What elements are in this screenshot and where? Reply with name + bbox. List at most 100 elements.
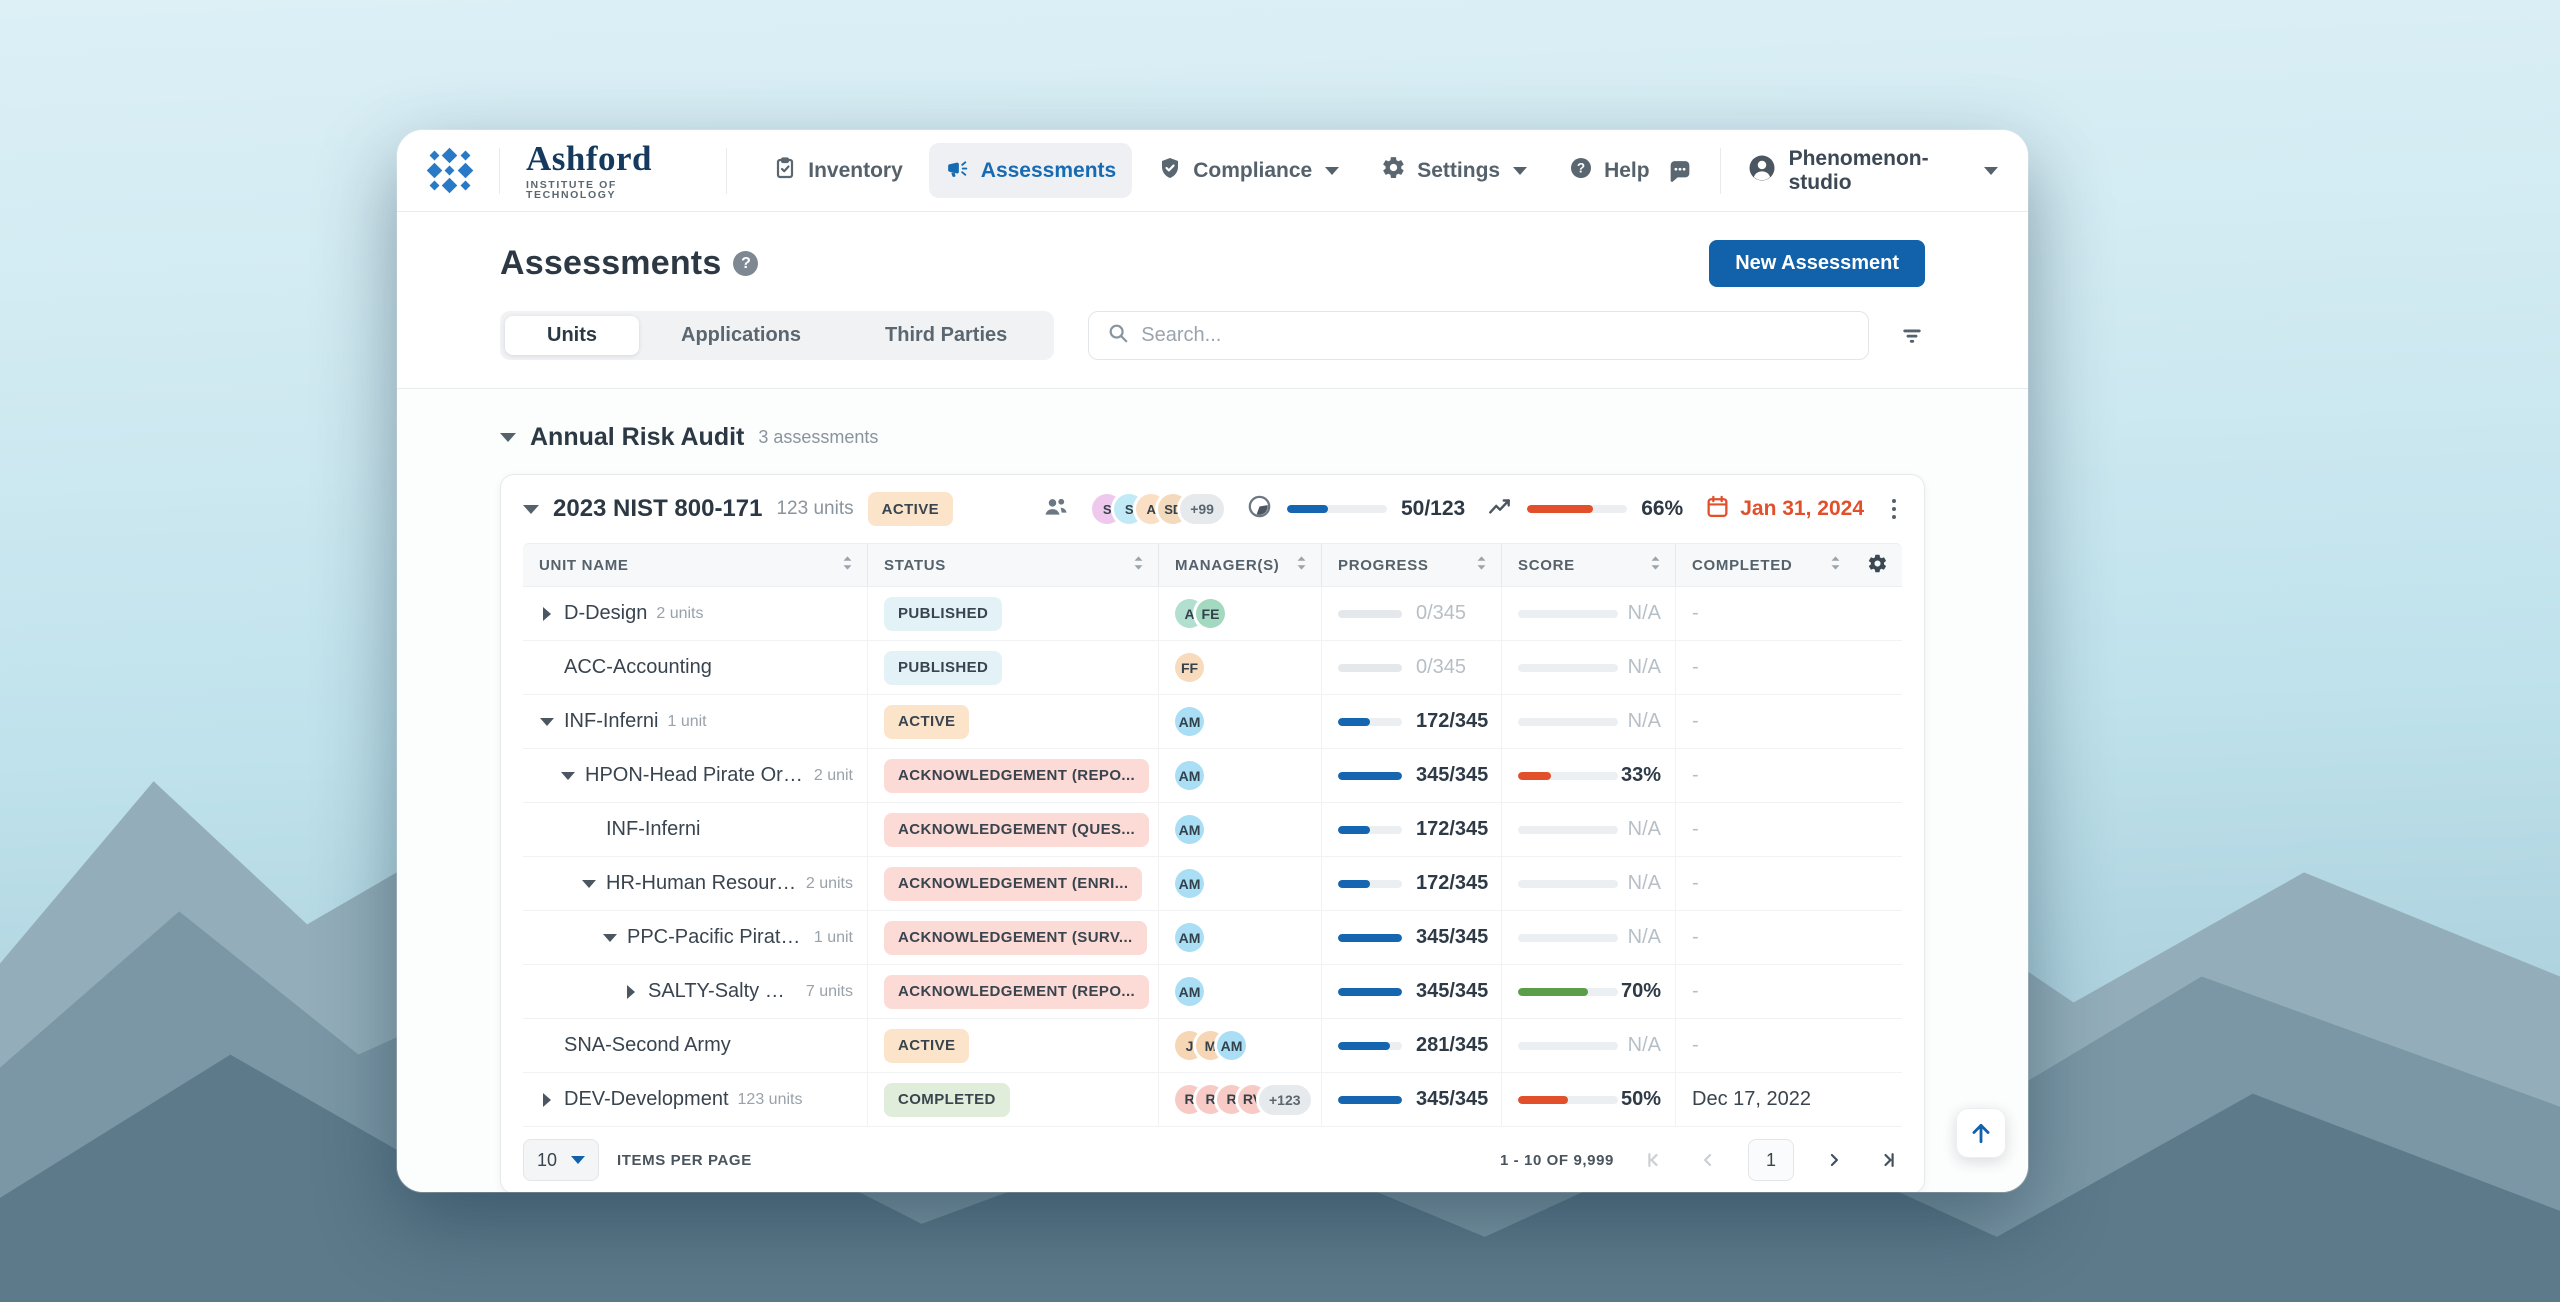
nav-item-compliance[interactable]: Compliance [1142,144,1355,198]
unit-name-label: ACC-Accounting [564,656,712,679]
filter-button[interactable] [1899,323,1925,349]
brand-logo[interactable]: Ashford INSTITUTE OF TECHNOLOGY [526,141,700,201]
search-input[interactable] [1141,324,1850,347]
next-page-button[interactable] [1820,1146,1848,1174]
avatar-overflow[interactable]: +99 [1180,494,1224,524]
nav-item-inventory[interactable]: Inventory [757,144,919,198]
cell-completed: - [1675,911,1902,964]
cell-completed: - [1675,803,1902,856]
table-row[interactable]: ACC-AccountingPUBLISHEDFF0/345N/A- [523,641,1902,695]
previous-page-button[interactable] [1694,1146,1722,1174]
table-row[interactable]: INF-Inferni1 unitACTIVEAM172/345N/A- [523,695,1902,749]
sort-icon[interactable] [1476,555,1487,575]
table-row[interactable]: PPC-Pacific Pirate Crew1 unitACKNOWLEDGE… [523,911,1902,965]
manager-avatar-stack[interactable]: AM [1175,923,1204,952]
search-icon [1107,322,1129,349]
avatar: AM [1175,815,1204,844]
table-row[interactable]: SALTY-Salty Cloud7 unitsACKNOWLEDGEMENT … [523,965,1902,1019]
avatar-overflow[interactable]: +123 [1259,1085,1311,1115]
sort-icon[interactable] [1296,555,1307,575]
user-name: Phenomenon-studio [1789,147,1970,195]
completed-label: - [1692,710,1699,733]
manager-avatar-stack[interactable]: RRRRV+123 [1175,1085,1311,1115]
section-annual-risk-audit[interactable]: Annual Risk Audit 3 assessments [500,389,1925,452]
cell-managers: AM [1158,857,1321,910]
group-menu-button[interactable] [1886,493,1902,525]
shield-check-icon [1158,156,1182,186]
page-help-icon[interactable]: ? [733,251,758,276]
cell-status: ACKNOWLEDGEMENT (ENRI... [867,857,1158,910]
manager-avatar-stack[interactable]: AM [1175,707,1204,736]
nav-item-assessments[interactable]: Assessments [929,143,1132,198]
tab-units[interactable]: Units [505,316,639,355]
progress-label: 281/345 [1416,1034,1488,1057]
last-page-button[interactable] [1874,1146,1902,1174]
new-assessment-button[interactable]: New Assessment [1709,240,1925,287]
table-row[interactable]: SNA-Second ArmyACTIVEJMAM281/345N/A- [523,1019,1902,1073]
tab-applications[interactable]: Applications [639,316,843,355]
table-row[interactable]: HPON-Head Pirate Org Negotiations2 unitA… [523,749,1902,803]
manager-avatar-stack[interactable]: FF [1175,653,1204,682]
column-header-score[interactable]: SCORE [1501,544,1675,586]
avatar: AM [1217,1031,1246,1060]
table-row[interactable]: D-Design2 unitsPUBLISHEDAFE0/345N/A- [523,587,1902,641]
column-header-completed[interactable]: COMPLETED [1675,544,1902,586]
chat-button[interactable] [1666,157,1694,185]
app-logo-icon[interactable] [427,148,473,194]
column-settings-gear-icon[interactable] [1867,553,1888,578]
sort-icon[interactable] [1133,555,1144,575]
score-bar [1518,664,1618,672]
manager-avatar-stack[interactable]: AM [1175,869,1204,898]
group-collapse-icon[interactable] [523,505,539,514]
first-page-button[interactable] [1640,1146,1668,1174]
cell-progress: 172/345 [1321,857,1501,910]
unit-name-label: PPC-Pacific Pirate Crew [627,926,805,949]
column-header-managers[interactable]: MANAGER(S) [1158,544,1321,586]
nav-item-settings[interactable]: Settings [1365,143,1543,198]
manager-avatar-stack[interactable]: JMAM [1175,1031,1246,1060]
collapse-caret-icon[interactable] [602,934,618,942]
collapse-caret-icon[interactable] [581,880,597,888]
score-bar [1518,880,1618,888]
collapse-caret-icon[interactable] [560,772,576,780]
scroll-to-top-button[interactable] [1956,1108,2006,1158]
unit-count-label: 123 units [738,1091,803,1109]
cell-progress: 345/345 [1321,1073,1501,1126]
manager-avatar-stack[interactable]: AM [1175,815,1204,844]
user-menu[interactable]: Phenomenon-studio [1747,147,1998,195]
sort-icon[interactable] [842,555,853,575]
expand-caret-icon[interactable] [539,1093,555,1107]
sort-icon[interactable] [1650,555,1661,575]
avatar: AM [1175,869,1204,898]
group-status-badge: ACTIVE [868,492,953,526]
collapse-caret-icon[interactable] [539,718,555,726]
table-row[interactable]: DEV-Development123 unitsCOMPLETEDRRRRV+1… [523,1073,1902,1127]
brand-word: Ashford [526,141,700,176]
manager-avatar-stack[interactable]: AFE [1175,599,1225,628]
sort-icon[interactable] [1830,555,1841,575]
page-size-select[interactable]: 10 [523,1139,599,1181]
group-avatar-stack[interactable]: SSASD+99 [1092,494,1224,524]
progress-label: 172/345 [1416,818,1488,841]
manager-avatar-stack[interactable]: AM [1175,977,1204,1006]
cell-status: ACKNOWLEDGEMENT (REPO... [867,749,1158,802]
column-header-progress[interactable]: PROGRESS [1321,544,1501,586]
group-header: 2023 NIST 800-171 123 units ACTIVE SSASD… [501,475,1924,543]
cell-progress: 172/345 [1321,695,1501,748]
nav-item-help[interactable]: ? Help [1553,144,1666,198]
expand-caret-icon[interactable] [623,985,639,999]
expand-caret-icon[interactable] [539,607,555,621]
table-row[interactable]: INF-InferniACKNOWLEDGEMENT (QUES...AM172… [523,803,1902,857]
status-badge: PUBLISHED [884,597,1002,631]
column-header-status[interactable]: STATUS [867,544,1158,586]
page-size-value: 10 [537,1150,557,1171]
column-label: COMPLETED [1692,557,1792,574]
table-row[interactable]: HR-Human Resourc e2 unitsACKNOWLEDGEMENT… [523,857,1902,911]
tab-third-parties[interactable]: Third Parties [843,316,1049,355]
cell-completed: - [1675,695,1902,748]
manager-avatar-stack[interactable]: AM [1175,761,1204,790]
current-page-input[interactable]: 1 [1748,1139,1794,1181]
completed-label: - [1692,980,1699,1003]
cell-score: N/A [1501,641,1675,694]
column-header-unit-name[interactable]: UNIT NAME [523,544,867,586]
